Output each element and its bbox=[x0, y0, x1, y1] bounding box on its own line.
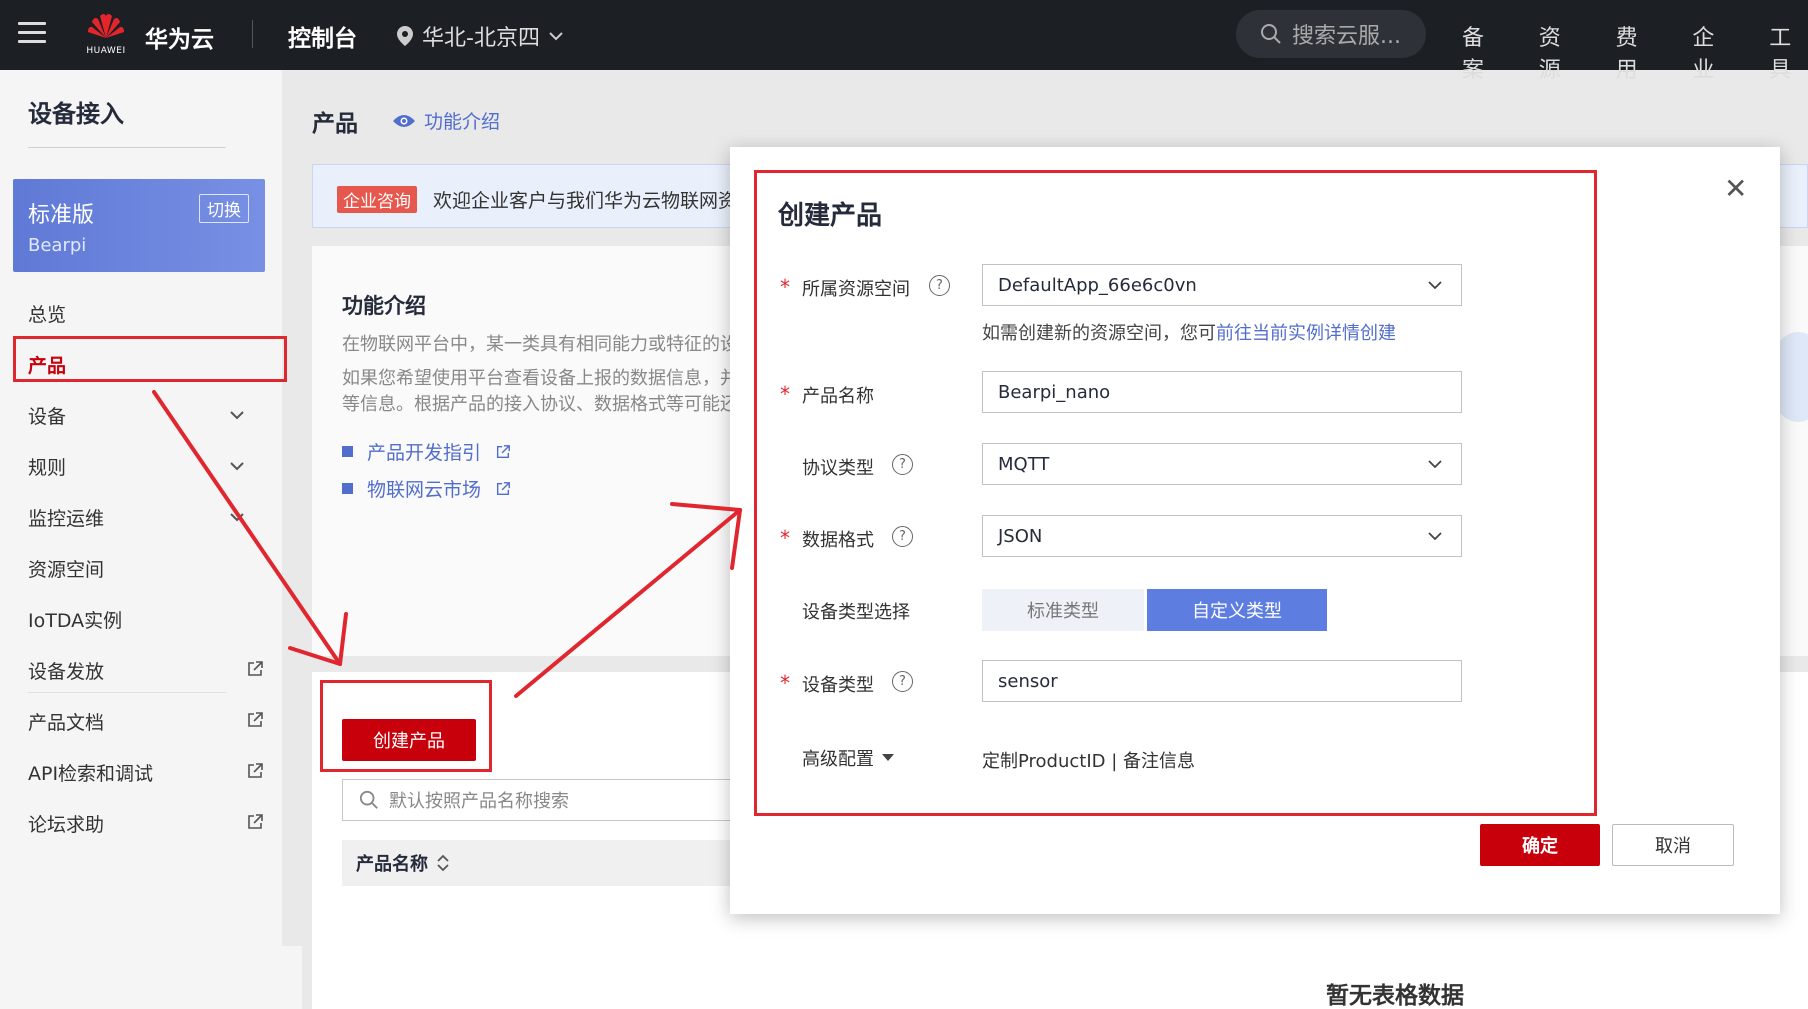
sidebar-item-forum[interactable]: 论坛求助 bbox=[28, 810, 104, 837]
sidebar-item-device-provisioning[interactable]: 设备发放 bbox=[28, 657, 104, 684]
iot-market-link[interactable]: 物联网云市场 bbox=[342, 475, 511, 502]
edition-name: 标准版 bbox=[28, 203, 95, 228]
edition-card: 标准版 Bearpi 切换 bbox=[13, 179, 265, 272]
divider bbox=[28, 147, 226, 148]
external-link-icon[interactable] bbox=[246, 660, 264, 678]
sidebar: 设备接入 标准版 Bearpi 切换 总览 产品 设备 规则 监控运维 资源空间… bbox=[0, 70, 282, 1009]
product-search-placeholder: 默认按照产品名称搜索 bbox=[389, 791, 569, 812]
search-icon bbox=[1261, 24, 1281, 44]
sort-icon[interactable] bbox=[436, 854, 450, 872]
bullet-icon bbox=[342, 483, 353, 494]
external-link-icon bbox=[496, 481, 510, 495]
external-link-icon[interactable] bbox=[246, 711, 264, 729]
brand-name[interactable]: 华为云 bbox=[145, 20, 214, 54]
feature-intro-label: 功能介绍 bbox=[424, 111, 501, 133]
chevron-down-icon[interactable] bbox=[230, 408, 244, 422]
nav-tools[interactable]: 工具 bbox=[1769, 20, 1808, 84]
divider bbox=[28, 692, 226, 693]
nav-billing[interactable]: 费用 bbox=[1616, 20, 1655, 84]
instance-name: Bearpi bbox=[28, 235, 87, 256]
chevron-down-icon bbox=[549, 32, 563, 41]
external-link-icon bbox=[496, 444, 510, 458]
annotation-highlight-form bbox=[754, 170, 1597, 816]
sidebar-item-iotda-instance[interactable]: IoTDA实例 bbox=[28, 606, 122, 633]
nav-filing[interactable]: 备案 bbox=[1462, 20, 1501, 84]
product-dev-guide-link[interactable]: 产品开发指引 bbox=[342, 438, 511, 465]
column-product-name[interactable]: 产品名称 bbox=[356, 850, 428, 876]
annotation-highlight-create-button bbox=[320, 680, 492, 772]
confirm-button[interactable]: 确定 bbox=[1480, 824, 1600, 866]
chevron-down-icon[interactable] bbox=[230, 459, 244, 473]
location-pin-icon bbox=[397, 26, 413, 46]
product-search-input[interactable]: 默认按照产品名称搜索 bbox=[342, 779, 762, 821]
huawei-logo[interactable]: HUAWEI bbox=[78, 10, 134, 60]
logo-text: HUAWEI bbox=[86, 46, 126, 56]
empty-table-text: 暂无表格数据 bbox=[1326, 983, 1464, 1009]
product-dev-guide-label: 产品开发指引 bbox=[367, 442, 482, 464]
sidebar-item-resource-space[interactable]: 资源空间 bbox=[28, 555, 104, 582]
chevron-down-icon[interactable] bbox=[230, 510, 244, 524]
banner-tag: 企业咨询 bbox=[337, 186, 417, 213]
huawei-flower-icon bbox=[88, 14, 124, 38]
intro-paragraph: 等信息。根据产品的接入协议、数据格式等可能还 bbox=[342, 394, 738, 415]
console-link[interactable]: 控制台 bbox=[288, 19, 357, 53]
divider bbox=[252, 20, 253, 48]
sidebar-collapse-button[interactable] bbox=[264, 946, 302, 1009]
intro-title: 功能介绍 bbox=[342, 294, 426, 318]
external-link-icon[interactable] bbox=[246, 813, 264, 831]
sidebar-item-overview[interactable]: 总览 bbox=[28, 300, 66, 327]
region-label: 华北-北京四 bbox=[422, 26, 540, 51]
table-header: 产品名称 bbox=[342, 840, 762, 886]
nav-resources[interactable]: 资源 bbox=[1539, 20, 1578, 84]
nav-enterprise[interactable]: 企业 bbox=[1692, 20, 1731, 84]
eye-icon bbox=[393, 114, 415, 127]
sidebar-title: 设备接入 bbox=[28, 100, 124, 128]
sidebar-item-product-docs[interactable]: 产品文档 bbox=[28, 708, 104, 735]
hamburger-menu-icon[interactable] bbox=[18, 22, 46, 46]
iot-market-label: 物联网云市场 bbox=[367, 479, 482, 501]
intro-paragraph: 如果您希望使用平台查看设备上报的数据信息，并 bbox=[342, 368, 738, 389]
sidebar-item-monitoring[interactable]: 监控运维 bbox=[28, 504, 104, 531]
sidebar-item-api-explorer[interactable]: API检索和调试 bbox=[28, 759, 153, 786]
search-icon bbox=[359, 790, 378, 809]
global-search[interactable]: 搜索云服... bbox=[1236, 10, 1426, 58]
close-icon[interactable]: ✕ bbox=[1724, 172, 1747, 205]
switch-instance-button[interactable]: 切换 bbox=[199, 194, 249, 223]
top-bar: HUAWEI 华为云 控制台 华北-北京四 搜索云服... 备案 资源 费用 企… bbox=[0, 0, 1808, 83]
sidebar-item-devices[interactable]: 设备 bbox=[28, 402, 66, 429]
external-link-icon[interactable] bbox=[246, 762, 264, 780]
page-title: 产品 bbox=[312, 111, 358, 137]
annotation-highlight-products bbox=[13, 336, 287, 382]
region-selector[interactable]: 华北-北京四 bbox=[396, 20, 564, 52]
cancel-button[interactable]: 取消 bbox=[1612, 824, 1734, 866]
feature-intro-link[interactable]: 功能介绍 bbox=[392, 107, 500, 134]
banner-text: 欢迎企业客户与我们华为云物联网资源 bbox=[433, 190, 757, 212]
bullet-icon bbox=[342, 446, 353, 457]
sidebar-item-rules[interactable]: 规则 bbox=[28, 453, 66, 480]
top-nav: 备案 资源 费用 企业 工具 bbox=[1462, 20, 1808, 84]
global-search-placeholder: 搜索云服... bbox=[1292, 24, 1401, 49]
intro-paragraph: 在物联网平台中，某一类具有相同能力或特征的设 bbox=[342, 334, 738, 355]
